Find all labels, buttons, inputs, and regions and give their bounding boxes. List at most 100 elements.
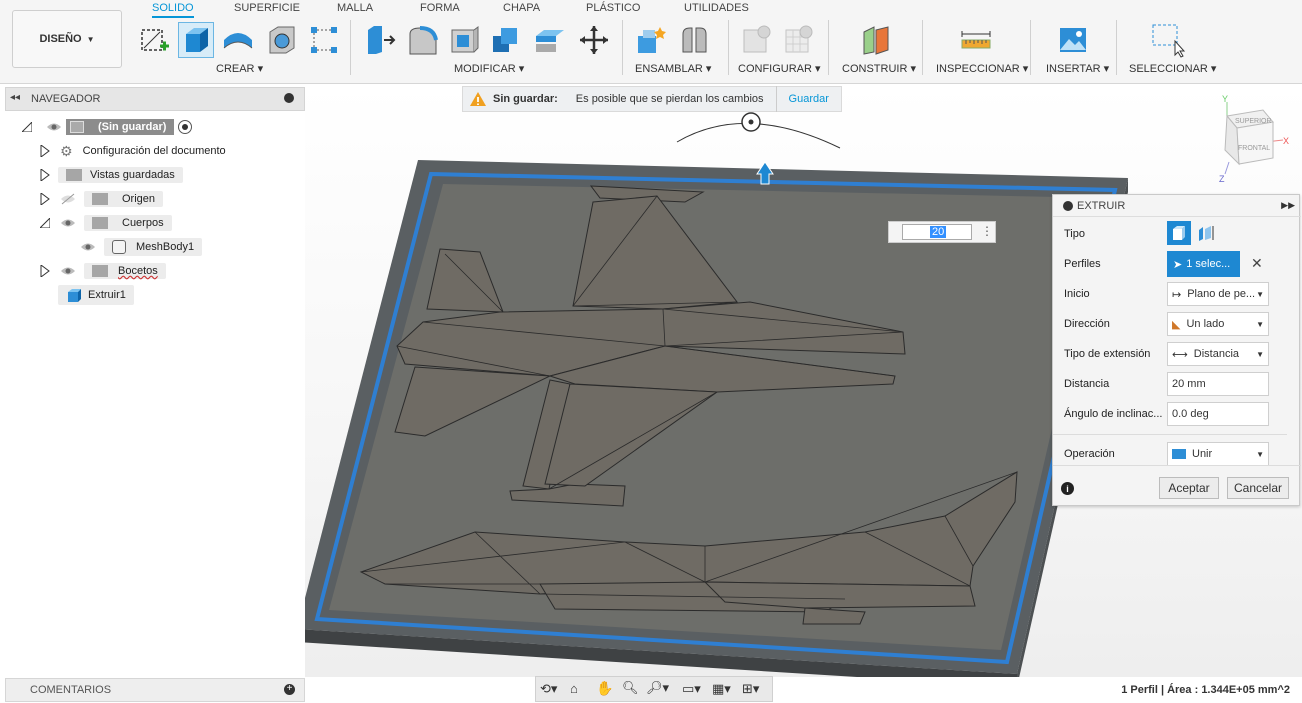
group-construir[interactable]: CONSTRUIR ▾ [842,62,916,75]
more-options-icon[interactable]: ⋮ [981,224,993,238]
accept-button[interactable]: Aceptar [1159,477,1219,499]
tree-item-origen[interactable]: Origen [40,189,164,209]
eye-icon[interactable] [60,265,76,277]
group-inspeccionar[interactable]: INSPECCIONAR ▾ [936,62,1028,75]
grid-settings-icon[interactable]: ▦▾ [712,681,731,697]
eye-icon[interactable] [46,121,62,133]
direction-select[interactable]: ◣ Un lado ▼ [1167,312,1269,336]
type-solid-icon[interactable] [1167,221,1191,245]
add-comment-icon[interactable]: + [284,684,295,695]
select-icon[interactable] [1150,22,1186,58]
revolve-icon[interactable] [220,22,256,58]
configure-table-icon[interactable] [780,22,816,58]
divider [622,20,623,75]
group-insertar[interactable]: INSERTAR ▾ [1046,62,1109,75]
look-at-icon[interactable]: ⌂ [570,681,578,696]
browser-tree: (Sin guardar) ⚙ Configuración del docume… [22,117,305,307]
distance-field[interactable]: 20 mm [1167,372,1269,396]
offset-face-icon[interactable] [532,22,568,58]
profile-plane-icon: ↦ [1172,288,1182,301]
row-angulo: Ángulo de inclinac... 0.0 deg [1053,399,1301,429]
tab-superficie[interactable]: SUPERFICIE [234,2,300,18]
viewcube[interactable]: Y X Z SUPERIOR FRONTAL [1205,92,1295,184]
group-ensamblar[interactable]: ENSAMBLAR ▾ [635,62,711,75]
profiles-selection-button[interactable]: ➤ 1 selec... [1167,251,1240,277]
clear-selection-icon[interactable]: ✕ [1251,255,1263,272]
press-pull-icon[interactable] [362,22,398,58]
timeline-extrude[interactable]: Extruir1 [58,285,134,305]
shell-icon[interactable] [446,22,482,58]
eye-icon[interactable] [80,241,96,253]
tab-plastico[interactable]: PLÁSTICO [586,2,640,18]
expand-dialog-icon[interactable]: ▶▶ [1281,200,1295,211]
group-modificar[interactable]: MODIFICAR ▾ [454,62,524,75]
navigation-bar: ⟲▾ ⌂ ✋ 🔍︎ 🔎︎▾ ▭▾ ▦▾ ⊞▾ [535,676,773,702]
tree-item-cuerpos[interactable]: Cuerpos [40,213,172,233]
cursor-icon: ➤ [1173,258,1183,271]
collapsed-triangle-icon[interactable] [40,193,50,205]
tab-utilidades[interactable]: UTILIDADES [684,2,749,18]
save-link[interactable]: Guardar [775,86,829,112]
tab-solido[interactable]: SOLIDO [152,2,194,18]
row-perfiles: Perfiles ➤ 1 selec... ✕ [1053,249,1301,279]
extrude-icon[interactable] [178,22,214,58]
distance-inline-input[interactable]: 20 ⋮ [888,221,996,243]
eye-icon[interactable] [60,217,76,229]
type-thin-icon[interactable] [1197,224,1215,245]
tree-item-bocetos[interactable]: Bocetos [40,261,166,281]
distance-icon: ⟷ [1172,348,1188,361]
combine-icon[interactable] [488,22,524,58]
extrude-feature-icon [68,289,81,302]
group-seleccionar[interactable]: SELECCIONAR ▾ [1129,62,1216,75]
cancel-button[interactable]: Cancelar [1227,477,1289,499]
tree-item-meshbody[interactable]: MeshBody1 [80,237,203,257]
gear-icon: ⚙ [60,142,73,159]
tab-chapa[interactable]: CHAPA [503,2,540,18]
root-label[interactable]: (Sin guardar) [66,119,175,135]
new-component-icon[interactable] [633,22,669,58]
create-sketch-icon[interactable] [136,22,172,58]
distance-value[interactable]: 20 [930,226,947,238]
design-workspace-button[interactable]: DISEÑO ▼ [12,10,122,68]
minimize-icon[interactable] [284,93,294,103]
pattern-icon[interactable] [306,22,342,58]
measure-icon[interactable] [958,22,994,58]
collapsed-triangle-icon[interactable] [40,145,50,157]
operation-select[interactable]: Unir ▼ [1167,442,1269,466]
move-icon[interactable] [576,22,612,58]
tree-item-saved-views[interactable]: Vistas guardadas [40,165,183,185]
start-select[interactable]: ↦ Plano de pe... ▼ [1167,282,1269,306]
folder-icon [92,265,108,277]
group-configurar[interactable]: CONFIGURAR ▾ [738,62,821,75]
viewcube-front-label: FRONTAL [1238,145,1270,152]
pan-icon[interactable]: ✋ [596,680,613,697]
collapse-panel-icon[interactable]: ◂◂ [10,92,20,103]
tab-forma[interactable]: FORMA [420,2,460,18]
construct-plane-icon[interactable] [858,22,894,58]
joint-icon[interactable] [676,22,712,58]
eye-hidden-icon[interactable] [60,193,76,205]
minimize-icon[interactable] [1063,200,1073,211]
tab-malla[interactable]: MALLA [337,2,373,18]
info-icon[interactable]: i [1061,482,1074,495]
viewports-icon[interactable]: ⊞▾ [742,681,759,697]
tree-root[interactable]: (Sin guardar) [22,117,193,137]
collapsed-triangle-icon[interactable] [40,265,50,277]
fillet-icon[interactable] [404,22,440,58]
group-crear[interactable]: CREAR ▾ [216,62,263,75]
orbit-icon[interactable]: ⟲▾ [540,681,557,697]
extent-type-select[interactable]: ⟷ Distancia ▼ [1167,342,1269,366]
display-settings-icon[interactable]: ▭▾ [682,681,701,697]
fit-icon[interactable]: 🔎︎▾ [646,680,669,696]
navigator-title: NAVEGADOR [31,93,101,105]
activate-radio-icon[interactable] [178,120,193,134]
hole-icon[interactable] [264,22,300,58]
insert-image-icon[interactable] [1055,22,1091,58]
zoom-icon[interactable]: 🔍︎ [622,680,639,696]
taper-angle-field[interactable]: 0.0 deg [1167,402,1269,426]
configure-icon[interactable] [738,22,774,58]
expanded-triangle-icon[interactable] [22,122,32,132]
collapsed-triangle-icon[interactable] [40,169,50,181]
tree-item-config[interactable]: ⚙ Configuración del documento [40,141,226,161]
expanded-triangle-icon[interactable] [40,218,50,228]
